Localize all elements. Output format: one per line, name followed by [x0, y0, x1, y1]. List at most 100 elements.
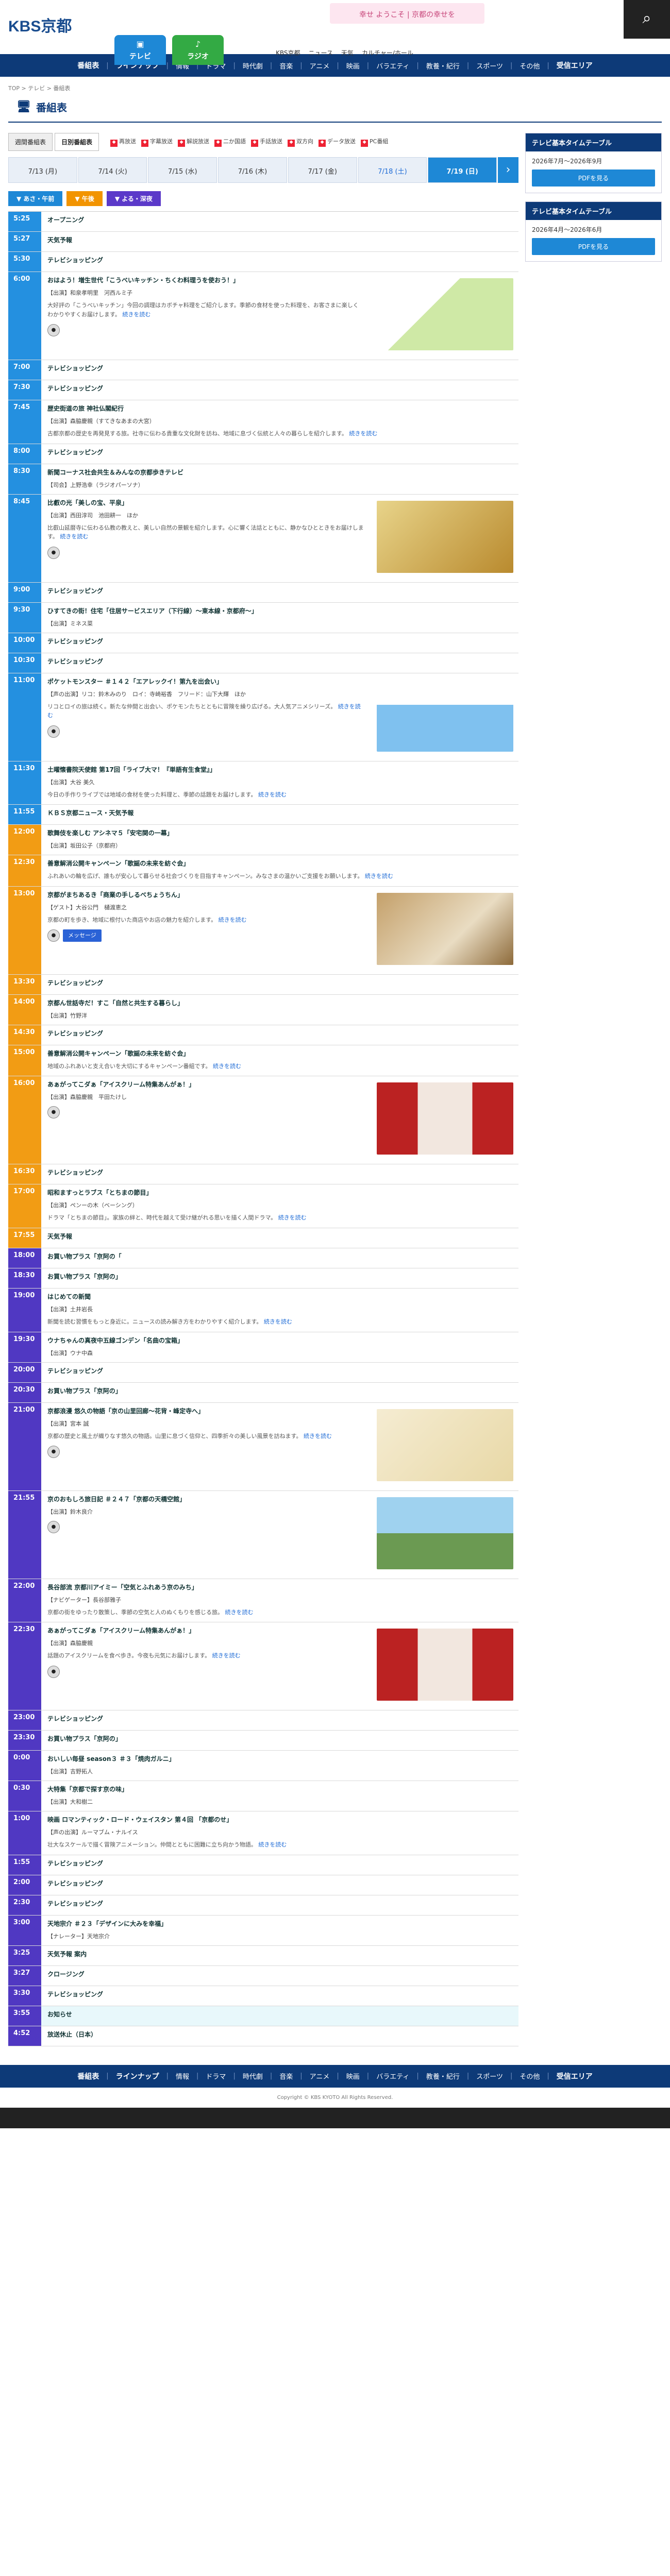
- read-more-link[interactable]: 続きを読む: [212, 1652, 241, 1659]
- tab-weekly[interactable]: 週間番組表: [8, 133, 53, 151]
- program-title[interactable]: テレビショッピング: [47, 1859, 512, 1868]
- nav-item[interactable]: 時代劇: [243, 2071, 263, 2081]
- program-image[interactable]: [377, 1497, 513, 1569]
- program-title[interactable]: はじめての新聞: [47, 1292, 512, 1301]
- nav-item[interactable]: 時代劇: [243, 61, 263, 71]
- program-title[interactable]: お知らせ: [47, 2010, 512, 2019]
- program-title[interactable]: テレビショッピング: [47, 1899, 512, 1908]
- program-title[interactable]: テレビショッピング: [47, 586, 512, 595]
- header-link[interactable]: ニュース: [309, 48, 333, 57]
- program-title[interactable]: 善意解消公開キャンペーン「歌謡の未来を紡ぐ会」: [47, 1049, 512, 1058]
- program-title[interactable]: 歴史街道の旅 神社仏閣紀行: [47, 404, 512, 413]
- program-title[interactable]: テレビショッピング: [47, 256, 512, 264]
- program-title[interactable]: 歌舞伎を楽しむ アシネマ５「安宅関の一幕」: [47, 828, 512, 837]
- read-more-link[interactable]: 続きを読む: [213, 1063, 241, 1070]
- read-more-link[interactable]: 続きを読む: [219, 917, 247, 923]
- program-title[interactable]: 天気予報: [47, 235, 512, 244]
- program-title[interactable]: 京都がまちあるき「商業の手しるべちょうちん」: [47, 890, 364, 899]
- tv-tab[interactable]: ▣ テレビ: [114, 35, 166, 65]
- record-icon[interactable]: ●: [47, 1520, 60, 1533]
- read-more-link[interactable]: 続きを読む: [304, 1433, 332, 1439]
- program-title[interactable]: テレビショッピング: [47, 1029, 512, 1038]
- program-title[interactable]: テレビショッピング: [47, 448, 512, 456]
- program-image[interactable]: [377, 278, 513, 350]
- nav-item[interactable]: 受信エリア: [557, 60, 593, 71]
- read-more-link[interactable]: 続きを読む: [60, 533, 88, 540]
- program-title[interactable]: ひすてきの街！住宅「住居サービスエリア（下行線）～東本線・京都府～」: [47, 606, 512, 615]
- search-button[interactable]: ⌕: [624, 0, 670, 39]
- read-more-link[interactable]: 続きを読む: [225, 1609, 254, 1616]
- program-title[interactable]: ＫＢＳ京都ニュース・天気予報: [47, 808, 512, 817]
- nav-item[interactable]: ラインナップ: [116, 2071, 159, 2081]
- program-title[interactable]: テレビショッピング: [47, 364, 512, 372]
- program-title[interactable]: 放送休止（日本）: [47, 2030, 512, 2039]
- nav-item[interactable]: 教養・紀行: [426, 2071, 460, 2081]
- program-image[interactable]: [377, 1082, 513, 1155]
- program-title[interactable]: あぁがってこダぁ「アイスクリーム特集あんがぁ！」: [47, 1626, 364, 1635]
- nav-item[interactable]: 音楽: [279, 61, 293, 71]
- program-title[interactable]: あぁがってこダぁ「アイスクリーム特集あんがぁ！」: [47, 1080, 364, 1089]
- program-title[interactable]: 善意解消公開キャンペーン「歌謡の未来を紡ぐ会」: [47, 859, 512, 868]
- day-tab[interactable]: 7/13 (月): [8, 157, 77, 183]
- program-title[interactable]: テレビショッピング: [47, 1714, 512, 1723]
- program-title[interactable]: 映画 ロマンティック・ロード・ウェイスタン 第４回 「京都のせ」: [47, 1815, 512, 1824]
- nav-item[interactable]: スポーツ: [476, 61, 503, 71]
- nav-item[interactable]: アニメ: [310, 61, 330, 71]
- program-title[interactable]: 長谷部流 京都川アイミー「空気とふれあう京のみち」: [47, 1583, 512, 1591]
- header-banner[interactable]: 幸せ ようこそ | 京都の幸せを: [330, 3, 484, 24]
- next-day-arrow[interactable]: ›: [498, 157, 519, 183]
- nav-item[interactable]: バラエティ: [376, 61, 409, 71]
- nav-item[interactable]: 映画: [346, 2071, 360, 2081]
- program-title[interactable]: 天地宗介 ＃２３「デザインに大みを幸福」: [47, 1919, 512, 1928]
- site-logo[interactable]: KBS京都: [8, 13, 72, 36]
- filter-night[interactable]: ▼ よる・深夜: [106, 191, 161, 206]
- program-image[interactable]: [377, 679, 513, 752]
- program-title[interactable]: お買い物プラス「京阿の」: [47, 1272, 512, 1281]
- program-title[interactable]: おはよう！増生世代「こうべいキッチン・ちくわ料理うを使おう！」: [47, 276, 364, 284]
- nav-item[interactable]: 音楽: [279, 2071, 293, 2081]
- record-icon[interactable]: ●: [47, 1446, 60, 1459]
- header-link[interactable]: 天気: [341, 48, 354, 57]
- program-title[interactable]: ウナちゃんの真夜中五線ゴンデン「名曲の宝箱」: [47, 1336, 512, 1345]
- program-image[interactable]: [377, 500, 513, 573]
- day-tab[interactable]: 7/14 (火): [78, 157, 147, 183]
- program-title[interactable]: テレビショッピング: [47, 1366, 512, 1375]
- program-title[interactable]: オープニング: [47, 215, 512, 224]
- nav-item[interactable]: 受信エリア: [557, 2071, 593, 2081]
- day-tab[interactable]: 7/17 (金): [288, 157, 357, 183]
- program-title[interactable]: お買い物プラス「京阿の」: [47, 1734, 512, 1743]
- program-title[interactable]: 比叡の光「美しの宝、平泉」: [47, 498, 364, 507]
- program-image[interactable]: [377, 1409, 513, 1481]
- program-title[interactable]: クロージング: [47, 1970, 512, 1978]
- filter-afternoon[interactable]: ▼ 午後: [66, 191, 103, 206]
- record-icon[interactable]: ●: [47, 546, 60, 559]
- pdf-button[interactable]: PDFを見る: [532, 238, 655, 255]
- program-title[interactable]: ポケットモンスター ＃１４２「エアレックイ！第九を出会い」: [47, 677, 364, 686]
- program-image[interactable]: [377, 1629, 513, 1701]
- program-title[interactable]: テレビショッピング: [47, 1990, 512, 1998]
- read-more-link[interactable]: 続きを読む: [264, 1318, 292, 1325]
- tab-daily[interactable]: 日別番組表: [55, 133, 99, 151]
- read-more-link[interactable]: 続きを読む: [365, 873, 393, 879]
- nav-item[interactable]: 番組表: [77, 60, 99, 71]
- read-more-link[interactable]: 続きを読む: [258, 791, 287, 798]
- read-more-link[interactable]: 続きを読む: [258, 1841, 287, 1848]
- day-tab[interactable]: 7/19 (日): [428, 157, 497, 183]
- program-title[interactable]: テレビショッピング: [47, 1879, 512, 1888]
- read-more-link[interactable]: 続きを読む: [122, 311, 150, 318]
- program-title[interactable]: 京都浪漫 悠久の物語「京の山里回廊～花背・峰定寺へ」: [47, 1406, 364, 1415]
- nav-item[interactable]: ドラマ: [206, 2071, 226, 2081]
- day-tab[interactable]: 7/18 (土): [358, 157, 427, 183]
- record-icon[interactable]: ●: [47, 929, 60, 942]
- nav-item[interactable]: 番組表: [77, 2071, 99, 2081]
- program-image[interactable]: [377, 892, 513, 965]
- header-link[interactable]: KBS京都: [276, 48, 300, 57]
- record-icon[interactable]: ●: [47, 1106, 60, 1119]
- nav-item[interactable]: 情報: [176, 2071, 189, 2081]
- radio-tab[interactable]: ♪ ラジオ: [172, 35, 224, 65]
- program-title[interactable]: お買い物プラス「京阿の」: [47, 1386, 512, 1395]
- record-icon[interactable]: ●: [47, 1665, 60, 1678]
- day-tab[interactable]: 7/16 (木): [218, 157, 287, 183]
- read-more-link[interactable]: 続きを読む: [349, 430, 377, 437]
- nav-item[interactable]: 教養・紀行: [426, 61, 460, 71]
